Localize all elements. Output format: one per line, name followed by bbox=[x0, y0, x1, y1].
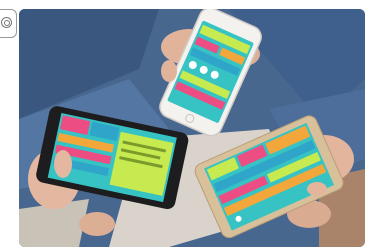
photo-scene bbox=[19, 9, 365, 247]
photo bbox=[19, 9, 365, 247]
circle-icon bbox=[1, 17, 12, 28]
corner-icon-badge bbox=[0, 9, 17, 38]
